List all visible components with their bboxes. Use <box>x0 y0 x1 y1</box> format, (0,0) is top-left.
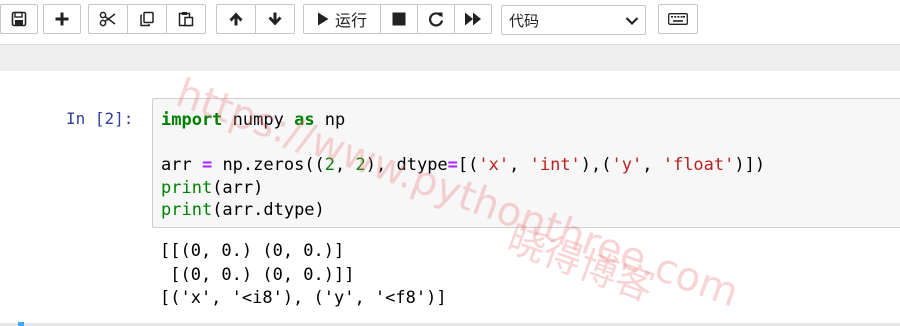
paste-icon <box>178 11 194 27</box>
code-line-3: arr = np.zeros((2, 2), dtype=[('x', 'int… <box>161 155 766 176</box>
output-line-1: [[(0, 0.) (0, 0.)] <box>160 241 345 261</box>
string-literal: 'x' <box>478 155 510 176</box>
copy-button[interactable] <box>127 4 167 34</box>
run-icon <box>317 12 329 26</box>
copy-icon <box>139 11 155 27</box>
cell-type-value: 代码 <box>509 12 540 30</box>
arrow-up-icon <box>228 11 244 27</box>
restart-icon <box>428 11 444 27</box>
number-literal: 2 <box>355 155 366 176</box>
cell-type-select[interactable]: 代码 <box>501 5 646 35</box>
keyword-as: as <box>294 110 315 130</box>
insert-cell-button[interactable] <box>43 4 81 34</box>
string-literal: 'y' <box>611 155 643 176</box>
code-editor[interactable]: import numpy as np arr = np.zeros((2, 2)… <box>161 109 765 222</box>
restart-button[interactable] <box>417 4 455 34</box>
command-palette-button[interactable] <box>658 4 698 34</box>
stop-icon <box>392 12 406 26</box>
header-separator <box>0 44 900 71</box>
save-group <box>0 4 38 34</box>
input-prompt: In [2]: <box>66 109 134 128</box>
fast-forward-icon <box>464 12 482 26</box>
keyboard-icon <box>668 13 688 25</box>
edit-group <box>88 4 206 34</box>
builtin-print: print <box>161 200 213 221</box>
save-button[interactable] <box>0 4 38 34</box>
cell-output: [[(0, 0.) (0, 0.)] [(0, 0.) (0, 0.)]] [(… <box>160 240 447 311</box>
code-line-1: import numpy as np <box>161 110 346 130</box>
operator-assign: = <box>201 155 213 176</box>
cut-button[interactable] <box>88 4 128 34</box>
notebook-toolbar: 运行 代码 <box>0 0 900 42</box>
output-line-2: [(0, 0.) (0, 0.)]] <box>160 264 355 285</box>
builtin-print: print <box>161 177 213 198</box>
chevron-down-icon <box>625 14 639 31</box>
restart-run-all-button[interactable] <box>454 4 492 34</box>
cut-icon <box>99 11 117 27</box>
next-cell-accent <box>18 322 24 326</box>
run-group: 运行 <box>303 4 492 34</box>
run-button[interactable]: 运行 <box>303 4 381 34</box>
keyboard-group <box>658 4 698 34</box>
keyword-import: import <box>161 110 223 130</box>
run-label: 运行 <box>334 13 367 30</box>
number-literal: 2 <box>324 155 336 176</box>
plus-icon <box>54 11 70 27</box>
interrupt-button[interactable] <box>380 4 418 34</box>
save-icon <box>11 11 27 27</box>
code-line-4: print(arr) <box>161 177 264 198</box>
arrow-down-icon <box>267 11 283 27</box>
move-down-button[interactable] <box>255 4 295 34</box>
paste-button[interactable] <box>166 4 206 34</box>
operator-assign: = <box>447 155 458 176</box>
code-cell-input[interactable]: import numpy as np arr = np.zeros((2, 2)… <box>152 98 900 228</box>
move-group <box>216 4 295 34</box>
move-up-button[interactable] <box>216 4 256 34</box>
string-literal: 'float' <box>662 155 735 176</box>
output-line-3: [('x', '<i8'), ('y', '<f8')] <box>160 288 447 308</box>
string-literal: 'int' <box>529 155 581 176</box>
insert-group <box>43 4 81 34</box>
code-line-5: print(arr.dtype) <box>161 200 325 221</box>
